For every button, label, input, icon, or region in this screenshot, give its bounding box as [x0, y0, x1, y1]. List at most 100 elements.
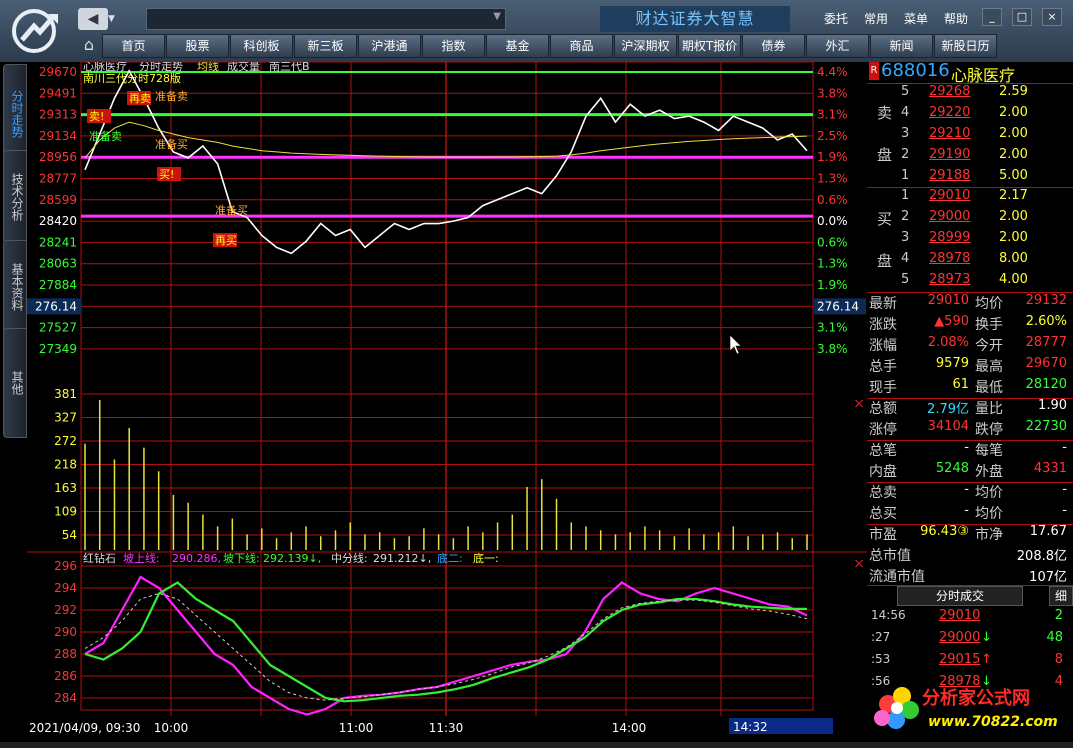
menu-help[interactable]: 帮助	[944, 10, 968, 27]
buy-label: 盘	[877, 252, 893, 270]
stat-value: 5248	[935, 461, 969, 476]
price-tick-label: 276.14	[35, 299, 77, 313]
pct-tick-label: 4.4%	[817, 65, 848, 79]
nav-tab[interactable]: 商品	[550, 34, 613, 58]
stat-value: -	[1062, 503, 1067, 518]
ask-volume: 2.00	[999, 126, 1028, 141]
tab-fundamentals[interactable]: 基本资料	[3, 240, 27, 334]
indicator-tick-label: 292	[54, 603, 77, 617]
nav-tab[interactable]: 新股日历	[934, 34, 997, 58]
market-cap-label: 总市值	[869, 548, 911, 564]
pct-tick-label: 3.8%	[817, 342, 848, 356]
stat-label: 总买	[869, 506, 897, 522]
close-indicator-icon: ×	[853, 396, 865, 412]
nav-tab[interactable]: 沪深期权	[614, 34, 677, 58]
menu-menu[interactable]: 菜单	[904, 10, 928, 27]
chart-header-indicator: 南三代B	[269, 62, 310, 73]
stat-label: 市净	[975, 527, 1003, 543]
stat-label: 外盘	[975, 464, 1003, 480]
close-indicator-icon: ×	[853, 556, 865, 572]
stat-label: 现手	[869, 380, 897, 396]
nav-tab[interactable]: 外汇	[806, 34, 869, 58]
pct-tick-label: 3.8%	[817, 86, 848, 100]
price-tick-label: 29313	[39, 108, 77, 122]
nav-tab[interactable]: 新三板	[294, 34, 357, 58]
maximize-button[interactable]: □	[1012, 8, 1032, 26]
trade-volume: 8	[1054, 652, 1063, 667]
bid-volume: 8.00	[999, 251, 1028, 266]
time-label: 11:30	[429, 721, 464, 735]
nav-tab[interactable]: 期权T报价	[678, 34, 741, 58]
ask-volume: 2.00	[999, 105, 1028, 120]
time-label: 14:00	[612, 721, 647, 735]
ask-price[interactable]: 29188	[929, 168, 970, 183]
bid-price[interactable]: 28978	[929, 251, 970, 266]
bid-level: 5	[901, 272, 910, 287]
ask-level: 1	[901, 168, 910, 183]
stat-value: 22730	[1025, 419, 1067, 434]
nav-tab[interactable]: 债券	[742, 34, 805, 58]
back-button[interactable]: ◀	[78, 8, 108, 30]
nav-tab[interactable]: 科创板	[230, 34, 293, 58]
float-cap-label: 流通市值	[869, 569, 925, 585]
stat-value: -	[1062, 440, 1067, 455]
nav-tab[interactable]: 新闻	[870, 34, 933, 58]
address-bar[interactable]: ▼	[146, 8, 506, 30]
stat-label: 涨跌	[869, 317, 897, 333]
address-dropdown-icon[interactable]: ▼	[493, 11, 501, 22]
pct-tick-label: 276.14	[817, 299, 859, 313]
price-tick-label: 28777	[39, 172, 77, 186]
indicator-value: 292.139↓,	[263, 552, 321, 565]
chart-background	[27, 62, 867, 742]
sell-label: 盘	[877, 146, 893, 164]
home-icon[interactable]: ⌂	[78, 34, 100, 56]
trade-signal-label: 再买	[215, 234, 237, 247]
ask-price[interactable]: 29210	[929, 126, 970, 141]
nav-tab[interactable]: 基金	[486, 34, 549, 58]
stat-label: 均价	[975, 485, 1003, 501]
stat-value: 2.60%	[1025, 314, 1067, 329]
ask-price[interactable]: 29190	[929, 147, 970, 162]
dropdown-chevron-icon[interactable]: ▼	[108, 14, 115, 24]
close-button[interactable]: ×	[1042, 8, 1062, 26]
tab-other[interactable]: 其他	[3, 328, 27, 438]
nav-tab[interactable]: 指数	[422, 34, 485, 58]
watermark-title: 分析家公式网	[922, 687, 1030, 709]
trade-price: 29015	[939, 652, 981, 667]
ask-volume: 5.00	[999, 168, 1028, 183]
tab-technical[interactable]: 技术分析	[3, 150, 27, 244]
menu-trade[interactable]: 委托	[824, 10, 848, 27]
bid-volume: 2.00	[999, 230, 1028, 245]
trade-price: 29000	[939, 630, 981, 645]
stat-label: 最新	[869, 296, 897, 312]
tab-trade-ticks[interactable]: 分时成交	[897, 586, 1023, 606]
bid-price[interactable]: 29010	[929, 188, 970, 203]
app-logo-icon	[12, 9, 58, 53]
ask-price[interactable]: 29268	[929, 84, 970, 99]
nav-tab[interactable]: 首页	[102, 34, 165, 58]
stat-value: 9579	[935, 356, 969, 371]
nav-tab[interactable]: 股票	[166, 34, 229, 58]
bid-price[interactable]: 29000	[929, 209, 970, 224]
trade-time: 14:56	[871, 608, 906, 622]
tab-trade-detail[interactable]: 细	[1049, 586, 1073, 606]
main-nav: 首页 股票 科创板 新三板 沪港通 指数 基金 商品 沪深期权 期权T报价 债券 外汇 新闻 新股日历	[102, 34, 998, 58]
intraday-chart[interactable]: 29670 4.4% 29491 3.8% 29313 3.1% 29134 2.5% 2895…	[27, 62, 867, 742]
sell-label: 卖	[877, 104, 893, 122]
indicator-tick-label: 286	[54, 669, 77, 683]
minimize-button[interactable]: _	[982, 8, 1002, 26]
bid-volume: 2.17	[999, 188, 1028, 203]
pct-tick-label: 0.6%	[817, 193, 848, 207]
time-cursor-label: 14:32	[733, 720, 768, 734]
bid-price[interactable]: 28973	[929, 272, 970, 287]
tab-intraday[interactable]: 分时走势	[3, 64, 27, 164]
stat-label: 跌停	[975, 422, 1003, 438]
nav-tab[interactable]: 沪港通	[358, 34, 421, 58]
ask-volume: 2.59	[999, 84, 1028, 99]
bid-volume: 4.00	[999, 272, 1028, 287]
menu-common[interactable]: 常用	[864, 10, 888, 27]
ask-price[interactable]: 29220	[929, 105, 970, 120]
bid-price[interactable]: 28999	[929, 230, 970, 245]
watermark-logo: 分析家公式网 www.70822.com	[874, 687, 1058, 730]
market-cap-value: 208.8亿	[1016, 549, 1067, 564]
